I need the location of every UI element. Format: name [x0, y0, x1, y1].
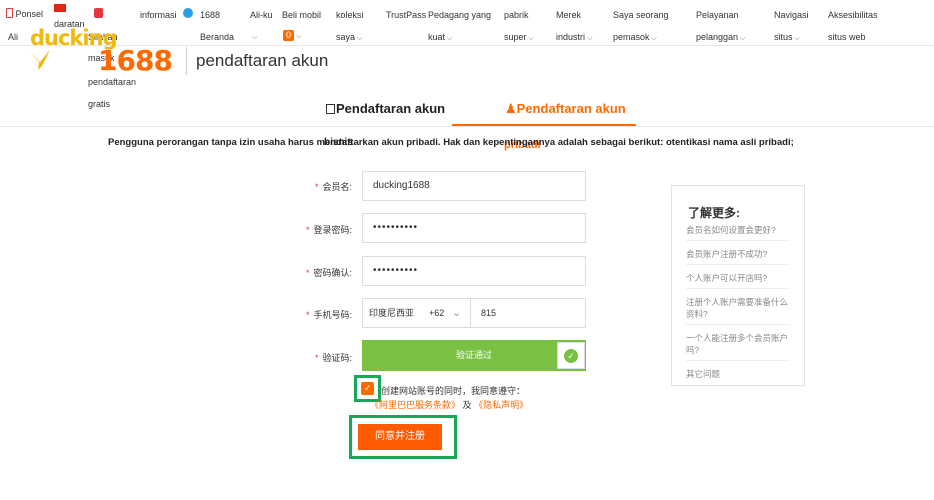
industry-chevron-icon: ⌵ — [587, 35, 593, 42]
tab-business-account[interactable]: Pendaftaran akun — [326, 101, 445, 116]
logo-divider — [186, 47, 187, 75]
home-1688-link[interactable]: 1688 — [200, 9, 220, 21]
supplier-menu[interactable]: Saya seorang — [613, 9, 669, 21]
help-link[interactable]: 个人账户可以开店吗? — [686, 272, 790, 289]
agree-checkbox[interactable]: ✓ — [361, 382, 374, 395]
brand-industry-suffix[interactable]: industri ⌵ — [556, 31, 592, 45]
notification-icon[interactable] — [94, 8, 103, 21]
phone-field: 印度尼西亚 +62 ⌄ 815 — [362, 298, 586, 328]
agree-and-register-button[interactable]: 同意并注册 — [358, 424, 442, 450]
tab-personal-account[interactable]: ♟Pendaftaran akun — [505, 101, 626, 117]
member-name-input[interactable]: ducking1688 — [362, 171, 586, 201]
phone-label: * 手机号码: — [305, 310, 352, 320]
flag-icon — [54, 3, 66, 15]
cart-chevron-icon: ⌵ — [296, 33, 302, 40]
super-factory-menu[interactable]: pabrik — [504, 9, 529, 21]
strong-merchant-menu[interactable]: Pedagang yang — [428, 9, 491, 21]
factory-chevron-icon: ⌵ — [528, 35, 534, 42]
help-link[interactable]: 注册个人账户需要准备什么资料? — [686, 296, 790, 325]
cart-count-badge: 0 ⌵ — [283, 29, 301, 43]
user-icon: ♟ — [505, 101, 517, 116]
country-chevron-icon[interactable]: ⌄ — [452, 299, 461, 327]
brand-industry-menu[interactable]: Merek — [556, 9, 581, 21]
country-select[interactable]: 印度尼西亚 — [369, 299, 414, 327]
register-link[interactable]: pendaftaran — [88, 76, 136, 88]
my-ali-menu[interactable]: Ali-ku — [250, 9, 273, 21]
verify-success-handle: ✓ — [557, 342, 585, 369]
info-link[interactable]: informasi — [140, 9, 177, 21]
help-link[interactable]: 其它问题 — [686, 368, 790, 384]
captcha-label: * 验证码: — [314, 353, 352, 363]
strong-merchant-suffix[interactable]: kuat ⌵ — [428, 31, 452, 45]
my-ali-chevron-icon[interactable]: ⌵ — [250, 30, 257, 44]
help-link[interactable]: 会员账户注册不成功? — [686, 248, 790, 265]
accessibility-link[interactable]: Aksesibilitas — [828, 9, 878, 21]
slider-verification[interactable]: 验证通过 — [362, 340, 586, 371]
mobile-link[interactable]: Ponsel — [6, 8, 43, 20]
merchant-chevron-icon: ⌵ — [447, 35, 453, 42]
phone-icon — [6, 8, 13, 18]
submit-highlight: 同意并注册 — [349, 415, 457, 459]
site-nav-suffix[interactable]: situs ⌵ — [774, 31, 800, 45]
help-title: 了解更多: — [688, 206, 740, 220]
info-icon — [183, 8, 193, 20]
and-text: 及 — [462, 400, 472, 410]
phone-divider — [470, 299, 471, 327]
super-factory-suffix[interactable]: super ⌵ — [504, 31, 534, 45]
favorites-menu-suffix[interactable]: saya ⌵ — [336, 31, 362, 45]
help-link[interactable]: 会员名如何设置会更好? — [686, 224, 790, 241]
checkbox-icon — [326, 104, 335, 114]
agreement-links: 《阿里巴巴服务条款》 及 《隐私声明》 — [370, 398, 528, 411]
phone-number-input[interactable]: 815 — [481, 299, 496, 327]
terms-link[interactable]: 《阿里巴巴服务条款》 — [370, 400, 460, 410]
confirm-password-input[interactable]: •••••••••• — [362, 256, 586, 286]
supplier-chevron-icon: ⌵ — [651, 35, 657, 42]
favorites-menu[interactable]: koleksi — [336, 9, 364, 21]
site-logo[interactable]: 1688 — [98, 44, 173, 77]
accessibility-link-suffix[interactable]: situs web — [828, 31, 866, 43]
ali-label: Ali — [8, 32, 19, 42]
home-link[interactable]: Beranda — [200, 31, 234, 43]
top-navigation-bar: Ponsel Ali daratan Silakan masuk pendaft… — [0, 0, 934, 109]
bird-logo-icon — [30, 50, 50, 70]
privacy-link[interactable]: 《隐私声明》 — [474, 400, 528, 410]
customer-service-menu[interactable]: Pelayanan — [696, 9, 739, 21]
country-code: +62 — [429, 308, 445, 318]
customer-service-suffix[interactable]: pelanggan ⌵ — [696, 31, 745, 45]
help-panel: 了解更多: 会员名如何设置会更好? 会员账户注册不成功? 个人账户可以开店吗? … — [671, 185, 805, 386]
page-title: pendaftaran akun — [196, 51, 329, 70]
help-link[interactable]: 一个人能注册多个会员账户吗? — [686, 332, 790, 361]
trustpass-link[interactable]: TrustPass — [386, 9, 426, 21]
favorites-chevron-icon: ⌵ — [357, 35, 363, 42]
register-link-suffix[interactable]: gratis — [88, 98, 110, 110]
member-name-label: * 会员名: — [314, 182, 352, 192]
site-nav-chevron-icon: ⌵ — [794, 35, 800, 42]
agreement-text: 创建网站账号的同时，我同意遵守： — [381, 386, 526, 396]
supplier-menu-suffix[interactable]: pemasok ⌵ — [613, 31, 657, 45]
confirm-password-label: * 密码确认: — [305, 268, 352, 278]
check-icon: ✓ — [564, 349, 578, 363]
tabs-divider — [0, 126, 934, 127]
cart-link[interactable]: Beli mobil — [282, 9, 321, 21]
password-input[interactable]: •••••••••• — [362, 213, 586, 243]
password-label: * 登录密码: — [305, 225, 352, 235]
site-nav-menu[interactable]: Navigasi — [774, 9, 809, 21]
service-chevron-icon: ⌵ — [740, 35, 746, 42]
personal-account-notice: Pengguna perorangan tanpa izin usaha har… — [108, 137, 794, 148]
